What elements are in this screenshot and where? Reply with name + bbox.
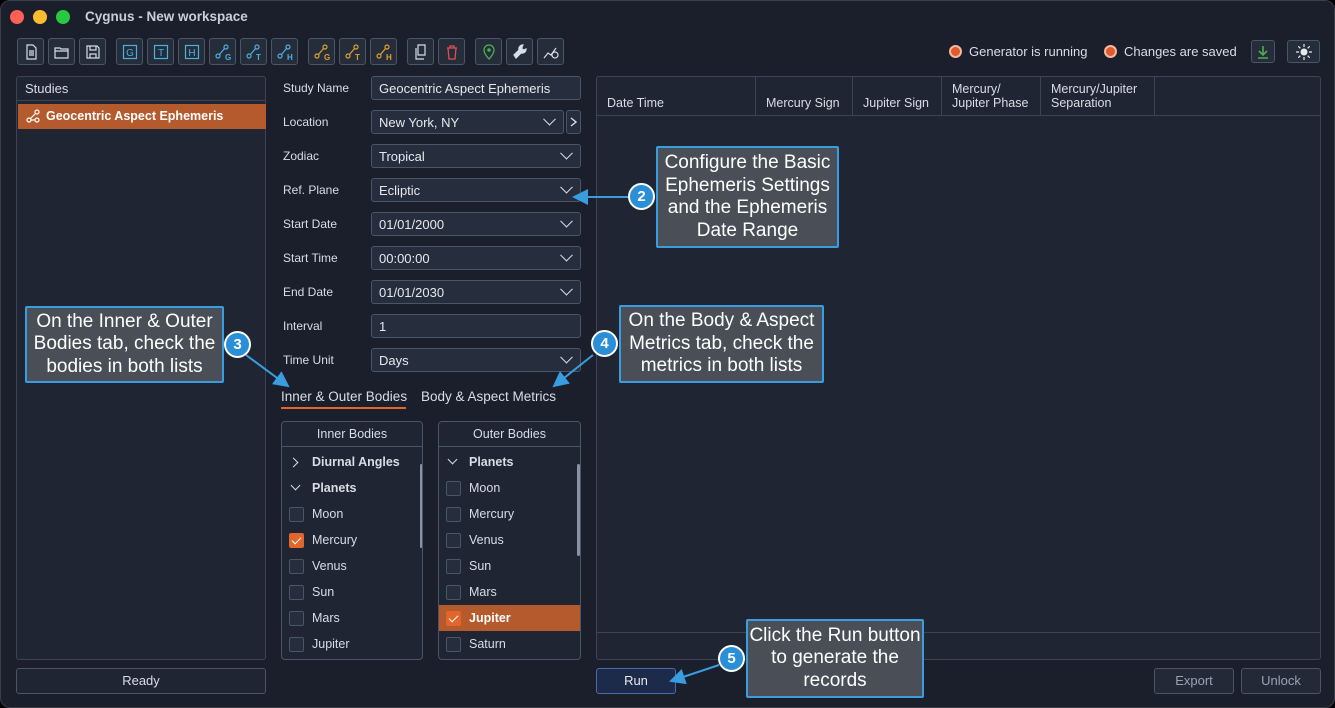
callout-badge-3: 3 <box>224 331 251 358</box>
callout-5: Click the Run button to generate the rec… <box>746 619 924 698</box>
arrow-5 <box>669 664 720 685</box>
callout-4: On the Body & Aspect Metrics tab, check … <box>619 305 824 383</box>
callout-badge-5: 5 <box>718 645 745 672</box>
callout-badge-4: 4 <box>591 330 618 357</box>
callout-3: On the Inner & Outer Bodies tab, check t… <box>25 306 224 383</box>
arrow-4 <box>552 354 594 388</box>
arrow-3 <box>245 354 290 388</box>
callout-badge-2: 2 <box>628 183 655 210</box>
app-window: Cygnus - New workspace GTHGTHGTH Generat… <box>0 0 1335 708</box>
callout-2: Configure the Basic Ephemeris Settings a… <box>656 146 839 248</box>
